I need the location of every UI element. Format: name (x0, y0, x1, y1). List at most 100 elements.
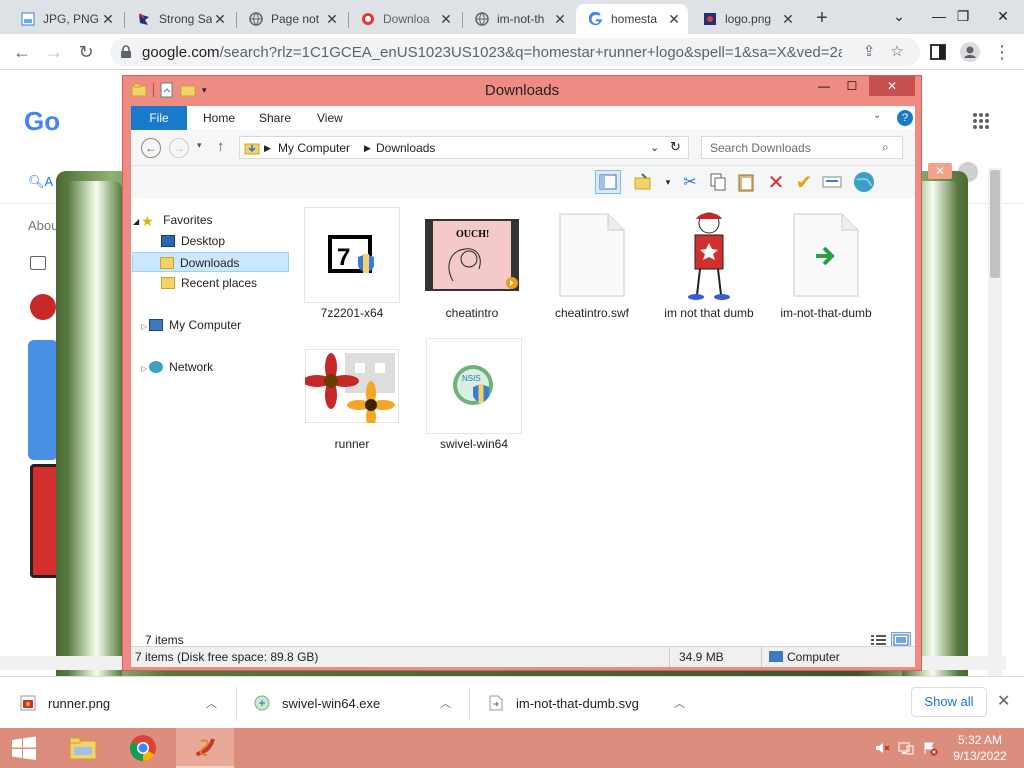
ribbon-tab-view[interactable]: View (303, 106, 357, 130)
network-status-icon[interactable] (898, 740, 914, 756)
search-tab-all[interactable]: 🔍︎A (28, 174, 53, 190)
up-arrow-icon[interactable]: ↑ (217, 138, 225, 155)
file-item[interactable]: OUCH! cheatintro (424, 207, 520, 321)
image-icon[interactable] (30, 256, 46, 270)
download-item-runner[interactable]: runner.png ︿ (20, 685, 230, 721)
tab-strong-sad[interactable]: Strong Sa ✕ (124, 4, 234, 34)
close-icon[interactable]: ✕ (212, 11, 228, 27)
help-icon[interactable]: ? (897, 110, 913, 126)
close-icon[interactable]: ✕ (928, 163, 952, 179)
taskbar-swivel[interactable] (176, 728, 234, 768)
close-icon[interactable]: ✕ (780, 11, 796, 27)
expand-ribbon-icon[interactable]: ⌄ (873, 110, 881, 121)
ribbon-tab-file[interactable]: File (131, 106, 187, 130)
tab-download-site[interactable]: Downloa ✕ (348, 4, 460, 34)
show-all-button[interactable]: Show all (911, 687, 987, 717)
breadcrumb-downloads[interactable]: Downloads (376, 141, 435, 155)
search-downloads-field[interactable]: Search Downloads ⌕ (701, 136, 903, 159)
close-icon[interactable]: ✕ (997, 691, 1010, 711)
file-item[interactable]: runner (304, 338, 400, 452)
close-icon[interactable]: ✕ (552, 11, 568, 27)
side-panel-icon[interactable] (926, 40, 950, 64)
breadcrumb[interactable]: ▶ My Computer ▶ Downloads ⌄ ↻ (239, 136, 689, 159)
download-item-swivel[interactable]: swivel-win64.exe ︿ (254, 685, 464, 721)
ribbon-tab-home[interactable]: Home (189, 106, 249, 130)
maximize-icon[interactable]: ☐ (839, 76, 865, 96)
nav-network[interactable]: ▷ Network (141, 357, 298, 377)
result-image[interactable] (28, 340, 58, 460)
cut-icon[interactable]: ✂ (677, 170, 703, 194)
bookmark-star-icon[interactable]: ☆ (888, 43, 906, 61)
menu-kebab-icon[interactable]: ⋮ (990, 40, 1014, 64)
forward-arrow-icon[interactable]: → (169, 138, 189, 158)
expand-triangle-icon[interactable]: ◢ (133, 217, 139, 226)
tab-jpg-png[interactable]: JPG, PNG ✕ (8, 4, 122, 34)
search-icon[interactable]: ⌕ (882, 140, 889, 155)
profile-avatar-icon[interactable] (958, 40, 982, 64)
collapse-triangle-icon[interactable]: ▷ (141, 364, 147, 373)
rename-check-icon[interactable]: ✔ (791, 170, 817, 194)
forward-arrow-icon[interactable]: → (42, 40, 66, 64)
preview-pane-icon[interactable] (595, 170, 621, 194)
chevron-up-icon[interactable]: ︿ (206, 695, 217, 711)
new-tab-button[interactable]: + (811, 7, 833, 29)
back-arrow-icon[interactable]: ← (10, 40, 34, 64)
tab-search-chevron-icon[interactable]: ⌄ (878, 0, 920, 32)
taskbar-chrome[interactable] (114, 728, 172, 768)
file-item[interactable]: 7 7z2201-x64 (304, 207, 400, 321)
breadcrumb-my-computer[interactable]: My Computer (278, 141, 350, 155)
globe-network-icon[interactable] (851, 170, 877, 194)
start-button[interactable] (0, 728, 48, 768)
download-item-svg[interactable]: im-not-that-dumb.svg ︿ (488, 685, 698, 721)
reload-icon[interactable]: ↻ (74, 40, 98, 64)
close-icon[interactable]: ✕ (869, 76, 915, 96)
file-item[interactable]: im not that dumb (661, 207, 757, 321)
address-bar[interactable]: google.com/search?rlz=1C1GCEA_enUS1023US… (110, 38, 920, 66)
back-arrow-icon[interactable]: ← (141, 138, 161, 158)
chevron-up-icon[interactable]: ︿ (440, 695, 451, 711)
collapse-triangle-icon[interactable]: ▷ (141, 322, 147, 331)
file-item[interactable]: NSIS swivel-win64 (426, 338, 522, 452)
close-icon[interactable]: ✕ (100, 11, 116, 27)
tab-logo-png[interactable]: logo.png ✕ (690, 4, 802, 34)
nav-desktop[interactable]: Desktop (161, 231, 288, 251)
select-icon[interactable] (819, 170, 845, 194)
nav-recent-places[interactable]: Recent places (161, 273, 288, 293)
restore-icon[interactable]: ❐ (942, 0, 984, 32)
close-icon[interactable]: ✕ (666, 11, 682, 27)
action-center-flag-icon[interactable] (922, 740, 938, 756)
tab-homestar-search[interactable]: homesta ✕ (576, 4, 688, 34)
file-item[interactable]: cheatintro.swf (544, 207, 640, 321)
google-logo[interactable]: Go (24, 106, 60, 137)
ribbon-tab-share[interactable]: Share (245, 106, 305, 130)
tab-im-not-that-dumb[interactable]: im-not-th ✕ (462, 4, 574, 34)
close-icon[interactable]: ✕ (438, 11, 454, 27)
nav-downloads[interactable]: Downloads (132, 252, 289, 272)
breadcrumb-separator-icon[interactable]: ▶ (364, 143, 371, 154)
paste-icon[interactable] (733, 170, 759, 194)
share-icon[interactable]: ⇪ (860, 43, 878, 61)
system-clock[interactable]: 5:32 AM 9/13/2022 (940, 732, 1020, 764)
speaker-muted-icon[interactable] (874, 740, 890, 756)
minimize-icon[interactable]: — (811, 76, 837, 96)
copy-icon[interactable] (705, 170, 731, 194)
delete-icon[interactable]: ✕ (763, 170, 789, 194)
taskbar-file-explorer[interactable] (54, 728, 112, 768)
move-to-icon[interactable] (631, 170, 657, 194)
nav-favorites[interactable]: ◢ ★ Favorites (133, 210, 290, 230)
refresh-icon[interactable]: ↻ (670, 139, 681, 155)
tab-page-not-found[interactable]: Page not ✕ (236, 4, 346, 34)
apps-grid-icon[interactable] (972, 112, 990, 130)
chevron-up-icon[interactable]: ︿ (674, 695, 685, 711)
address-dropdown-icon[interactable]: ⌄ (650, 141, 659, 154)
vertical-scrollbar[interactable] (988, 168, 1002, 676)
nav-my-computer[interactable]: ▷ My Computer (141, 315, 298, 335)
close-icon[interactable]: ✕ (324, 11, 340, 27)
explorer-title-bar[interactable]: ▾ Downloads — ☐ ✕ (123, 76, 921, 105)
scrollbar-thumb[interactable] (990, 170, 1000, 278)
result-thumbnail[interactable] (30, 294, 56, 320)
breadcrumb-separator-icon[interactable]: ▶ (264, 143, 271, 154)
recent-locations-chevron-icon[interactable]: ▾ (197, 140, 202, 151)
file-item[interactable]: im-not-that-dumb (778, 207, 874, 321)
window-close-icon[interactable]: ✕ (982, 0, 1024, 32)
